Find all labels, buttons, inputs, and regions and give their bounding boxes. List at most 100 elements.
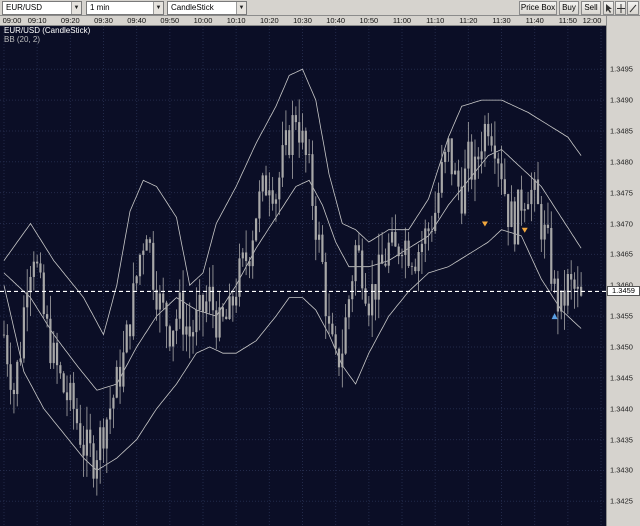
candle-body — [195, 309, 198, 333]
time-tick-label: 09:40 — [127, 16, 147, 25]
candle-body — [254, 218, 258, 241]
timeframe-select[interactable]: 1 min ▼ — [86, 1, 164, 15]
candle-body — [72, 382, 75, 409]
candle-body — [16, 361, 19, 395]
candle-body — [517, 189, 520, 245]
candle-body — [400, 255, 404, 257]
candle-body — [52, 342, 55, 364]
price-box-button[interactable]: Price Box — [519, 1, 557, 15]
candle-body — [573, 279, 576, 289]
time-tick-label: 10:10 — [226, 16, 246, 25]
price-tick-label: 1.3495 — [610, 64, 633, 74]
time-tick-label: 12:00 — [582, 16, 602, 25]
candle-body — [523, 209, 526, 211]
candle-body — [69, 382, 72, 401]
sell-button[interactable]: Sell — [581, 1, 601, 15]
candle-body — [331, 323, 334, 335]
candle-body — [59, 365, 62, 374]
price-chart[interactable] — [0, 26, 606, 526]
candle-body — [566, 274, 569, 306]
symbol-select-value: EUR/USD — [6, 3, 43, 12]
price-tick-label: 1.3435 — [610, 435, 633, 445]
candle-body — [49, 318, 52, 364]
candle-body — [185, 326, 188, 335]
candle-body — [487, 123, 490, 137]
candle-body — [112, 397, 115, 409]
candle-body — [284, 130, 288, 146]
candle-body — [62, 373, 65, 393]
time-tick-label: 11:10 — [426, 16, 445, 25]
price-axis: 1.3495 1.3490 1.3485 1.3480 1.3475 1.3470 1.34… — [606, 16, 640, 526]
candle-body — [503, 179, 506, 195]
time-tick-label: 11:50 — [558, 16, 577, 25]
buy-button[interactable]: Buy — [559, 1, 579, 15]
trend-line-tool-button[interactable] — [627, 1, 639, 15]
current-price-tag: 1.3459 — [607, 286, 640, 297]
candle-body — [32, 261, 35, 277]
candle-body — [467, 141, 470, 169]
candle-body — [371, 284, 374, 316]
price-tick-label: 1.3440 — [610, 404, 633, 414]
time-tick-label: 10:20 — [259, 16, 279, 25]
candle-body — [208, 286, 211, 302]
time-tick-label: 09:50 — [160, 16, 180, 25]
candle-body — [231, 296, 234, 306]
candle-body — [46, 314, 49, 319]
chevron-down-icon[interactable]: ▼ — [236, 2, 246, 14]
crosshair-icon — [616, 4, 625, 13]
candle-body — [271, 190, 274, 204]
candle-body — [65, 392, 69, 401]
chart-type-select[interactable]: CandleStick ▼ — [167, 1, 247, 15]
symbol-select[interactable]: EUR/USD ▼ — [2, 1, 82, 15]
candle-body — [341, 353, 344, 368]
candle-body — [99, 427, 102, 461]
chevron-down-icon[interactable]: ▼ — [153, 2, 163, 14]
candle-body — [500, 163, 503, 180]
candle-body — [152, 242, 155, 290]
time-tick-label: 09:10 — [27, 16, 47, 25]
candle-body — [188, 326, 191, 337]
candle-body — [294, 115, 297, 123]
pointer-tool-button[interactable] — [603, 1, 614, 15]
price-tick-label: 1.3450 — [610, 342, 633, 352]
candle-body — [434, 212, 437, 232]
candle-body — [327, 316, 331, 324]
candle-body — [308, 154, 311, 156]
candle-body — [211, 286, 215, 311]
candle-body — [42, 272, 45, 315]
candle-body — [122, 352, 125, 387]
candle-body — [281, 145, 284, 178]
candle-body — [95, 460, 98, 479]
candle-body — [142, 250, 145, 255]
candle-body — [278, 177, 281, 200]
candle-body — [420, 243, 424, 253]
candle-body — [490, 136, 493, 146]
crosshair-tool-button[interactable] — [615, 1, 626, 15]
candle-body — [463, 168, 467, 214]
candle-body — [39, 263, 42, 273]
candle-body — [361, 250, 364, 289]
candle-body — [447, 138, 450, 152]
candle-body — [301, 130, 304, 143]
candle-body — [198, 294, 201, 310]
candle-body — [563, 290, 566, 306]
candle-body — [288, 130, 291, 155]
candle-body — [510, 201, 513, 228]
candle-body — [444, 151, 447, 163]
time-axis: 09:00 09:10 09:20 09:30 09:40 09:50 10:00 10:10… — [0, 16, 606, 26]
candle-body — [507, 194, 510, 228]
candle-body — [497, 158, 500, 164]
candle-body — [228, 296, 231, 320]
candle-body — [460, 186, 463, 214]
candle-body — [536, 179, 540, 205]
candle-body — [543, 224, 546, 240]
candle-body — [218, 307, 221, 338]
candle-body — [407, 240, 410, 266]
chevron-down-icon[interactable]: ▼ — [71, 2, 81, 14]
candle-body — [354, 245, 357, 282]
candle-body — [347, 299, 351, 318]
candle-body — [546, 224, 550, 228]
candle-body — [115, 366, 118, 398]
candle-body — [125, 324, 128, 353]
candle-body — [556, 278, 560, 312]
